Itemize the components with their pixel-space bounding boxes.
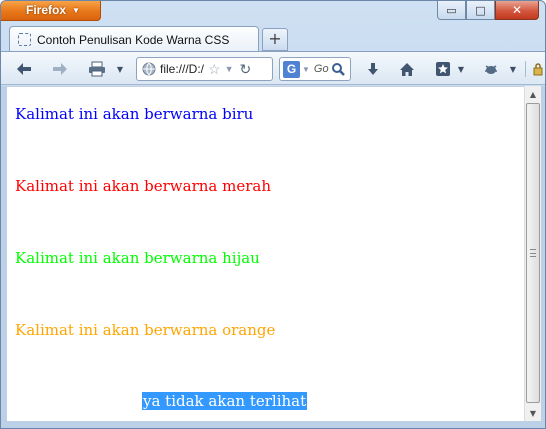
url-bar[interactable]: file:///D:/ ☆ ▼ ↻ [136, 57, 273, 81]
globe-icon [142, 62, 156, 76]
browser-window: Firefox ▼ ▭ □ ✕ Contoh Penulisan Kode War… [0, 0, 546, 429]
tab-label: Contoh Penulisan Kode Warna CSS [37, 32, 230, 47]
scroll-up-button[interactable]: ▲ [525, 86, 541, 102]
red-text: Kalimat ini akan berwarna merah [15, 177, 271, 195]
downloads-button[interactable] [361, 58, 385, 80]
back-button[interactable] [11, 58, 37, 80]
navigation-toolbar: ▼ file:///D:/ ☆ ▼ ↻ G ▼ Go ▼ ▼ [1, 51, 545, 85]
chevron-down-icon: ▼ [116, 64, 124, 74]
window-frame-bottom [1, 421, 545, 428]
history-dropdown-icon[interactable]: ▼ [225, 64, 234, 74]
bookmarks-dropdown[interactable]: ▼ [455, 58, 467, 80]
home-icon [400, 62, 414, 76]
home-button[interactable] [395, 58, 419, 80]
minimize-icon: ▭ [446, 3, 457, 17]
scrollbar-thumb[interactable] [526, 103, 540, 403]
bookmark-star-icon[interactable]: ☆ [208, 61, 221, 78]
orange-text: Kalimat ini akan berwarna orange [15, 321, 276, 339]
extension-dropdown[interactable]: ▼ [507, 58, 519, 80]
plus-icon: + [268, 29, 282, 48]
overflow-button[interactable] [531, 58, 545, 80]
scroll-down-button[interactable]: ▼ [525, 405, 541, 421]
maximize-button[interactable]: □ [466, 1, 495, 20]
bug-icon [485, 65, 497, 74]
firefox-menu-button[interactable]: Firefox ▼ [1, 1, 101, 21]
chevron-down-icon: ▼ [72, 6, 80, 15]
print-menu-dropdown[interactable]: ▼ [113, 58, 127, 80]
forward-button[interactable] [47, 58, 73, 80]
toolbar-divider [525, 61, 526, 77]
forward-arrow-icon [53, 63, 67, 75]
window-frame-right [541, 86, 545, 428]
close-icon: ✕ [511, 3, 523, 17]
print-button[interactable] [85, 58, 109, 80]
search-bar[interactable]: G ▼ Go [279, 57, 351, 81]
search-engine-dropdown-icon[interactable]: ▼ [302, 65, 310, 74]
new-tab-button[interactable]: + [262, 28, 288, 51]
minimize-button[interactable]: ▭ [437, 1, 466, 20]
page-favicon-icon [18, 33, 31, 46]
chevron-down-icon: ▼ [457, 64, 465, 74]
page-content: Kalimat ini akan berwarna biru Kalimat i… [7, 86, 524, 421]
close-button[interactable]: ✕ [495, 1, 539, 20]
blue-text: Kalimat ini akan berwarna biru [15, 105, 254, 123]
bookmarks-button[interactable] [431, 58, 455, 80]
green-text: Kalimat ini akan berwarna hijau [15, 249, 260, 267]
selected-hidden-text: ya tidak akan terlihat [142, 392, 308, 410]
search-engine-icon[interactable]: G [283, 60, 300, 78]
maximize-icon: □ [475, 3, 486, 17]
printer-icon [89, 61, 105, 77]
search-icon[interactable] [331, 62, 345, 76]
chevron-down-icon: ▼ [509, 64, 517, 74]
tab-active[interactable]: Contoh Penulisan Kode Warna CSS [9, 26, 259, 52]
arrow-up-icon: ▲ [529, 89, 537, 99]
grip-icon [530, 249, 536, 257]
window-controls: ▭ □ ✕ [437, 1, 539, 20]
reload-icon[interactable]: ↻ [240, 61, 252, 78]
firefox-menu-label: Firefox [26, 3, 67, 17]
url-text: file:///D:/ [160, 62, 205, 76]
download-icon [368, 63, 378, 75]
bookmarks-star-icon [436, 62, 450, 76]
search-placeholder: Go [313, 63, 329, 75]
lock-icon [533, 63, 543, 76]
vertical-scrollbar[interactable]: ▲ ▼ [524, 86, 541, 421]
arrow-down-icon: ▼ [529, 408, 537, 418]
back-arrow-icon [17, 63, 31, 75]
extension-button[interactable] [479, 58, 503, 80]
